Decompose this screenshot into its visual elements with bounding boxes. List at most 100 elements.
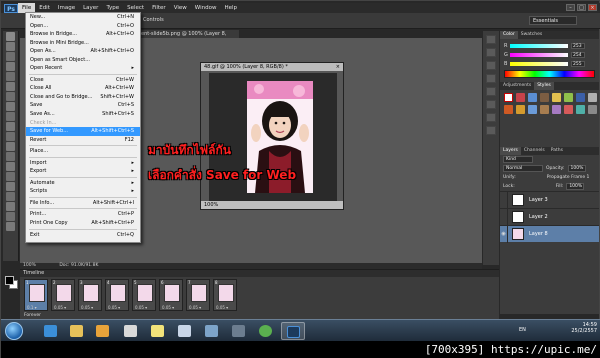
tab-swatches[interactable]: Swatches — [518, 31, 546, 39]
brush-panel-icon[interactable] — [486, 113, 496, 122]
propagate-frame-checkbox[interactable]: Propagate Frame 1 — [547, 175, 590, 180]
menu-item-close-go-bridge[interactable]: Close and Go to Bridge... Shift+Ctrl+W — [26, 93, 140, 102]
style-swatch-icon[interactable] — [588, 93, 597, 102]
red-value[interactable]: 253 — [571, 42, 585, 49]
tab-color[interactable]: Color — [500, 31, 518, 39]
gradient-tool-icon[interactable] — [6, 142, 15, 151]
frame-duration[interactable]: 0.05 ▾ — [135, 305, 147, 310]
style-swatch-icon[interactable] — [588, 105, 597, 114]
menu-filter[interactable]: Filter — [148, 3, 170, 13]
style-swatch-icon[interactable] — [516, 105, 525, 114]
path-select-tool-icon[interactable] — [6, 192, 15, 201]
history-brush-tool-icon[interactable] — [6, 122, 15, 131]
frame-duration[interactable]: 0.05 ▾ — [108, 305, 120, 310]
crop-tool-icon[interactable] — [6, 72, 15, 81]
close-button[interactable]: × — [588, 4, 597, 11]
style-swatch-icon[interactable] — [504, 105, 513, 114]
menu-item-open-as[interactable]: Open As... Alt+Shift+Ctrl+O — [26, 47, 140, 56]
tab-paths[interactable]: Paths — [548, 147, 566, 155]
blend-mode-select[interactable]: Normal — [503, 165, 543, 172]
actions-panel-icon[interactable] — [486, 48, 496, 57]
minimize-button[interactable]: – — [566, 4, 575, 11]
opacity-value[interactable]: 100% — [567, 165, 586, 172]
tab-styles[interactable]: Styles — [534, 82, 554, 90]
timeline-frame[interactable]: 3 0.05 ▾ — [78, 279, 102, 311]
menu-item-close-all[interactable]: Close All Alt+Ctrl+W — [26, 84, 140, 93]
menu-item-file-info[interactable]: File Info... Alt+Shift+Ctrl+I — [26, 199, 140, 208]
menu-item-close[interactable]: Close Ctrl+W — [26, 76, 140, 85]
green-value[interactable]: 254 — [571, 51, 585, 58]
timeline-frame[interactable]: 4 0.05 ▾ — [105, 279, 129, 311]
menu-item-open-recent[interactable]: Open Recent ▸ — [26, 64, 140, 73]
layer-row[interactable]: Layer 2 — [500, 208, 599, 226]
lasso-tool-icon[interactable] — [6, 52, 15, 61]
style-swatch-icon[interactable] — [576, 93, 585, 102]
info-panel-icon[interactable] — [486, 74, 496, 83]
menu-item-save-for-web[interactable]: Save for Web... Alt+Shift+Ctrl+S — [26, 127, 140, 136]
menu-item-save-as[interactable]: Save As... Shift+Ctrl+S — [26, 110, 140, 119]
color-spectrum[interactable] — [504, 70, 595, 78]
style-swatch-icon[interactable] — [552, 93, 561, 102]
red-slider[interactable] — [510, 43, 568, 48]
eraser-tool-icon[interactable] — [6, 132, 15, 141]
menu-item-open[interactable]: Open... Ctrl+O — [26, 22, 140, 31]
timeline-frame[interactable]: 1 0.1 ▾ — [24, 279, 48, 311]
style-swatch-icon[interactable] — [564, 105, 573, 114]
marquee-tool-icon[interactable] — [6, 42, 15, 51]
timeline-frame[interactable]: 7 0.05 ▾ — [186, 279, 210, 311]
clone-source-panel-icon[interactable] — [486, 126, 496, 135]
foreground-color-swatch[interactable] — [5, 276, 14, 285]
menu-item-save[interactable]: Save Ctrl+S — [26, 101, 140, 110]
frame-duration[interactable]: 0.05 ▾ — [81, 305, 93, 310]
menu-window[interactable]: Window — [191, 3, 221, 13]
timeline-frame[interactable]: 6 0.05 ▾ — [159, 279, 183, 311]
menu-item-place[interactable]: Place... — [26, 147, 140, 156]
menu-help[interactable]: Help — [220, 3, 241, 13]
taskbar-notes-button[interactable] — [146, 322, 170, 340]
frame-duration[interactable]: 0.1 ▾ — [27, 305, 37, 310]
blur-tool-icon[interactable] — [6, 152, 15, 161]
style-swatch-icon[interactable] — [564, 93, 573, 102]
style-swatch-icon[interactable] — [552, 105, 561, 114]
maximize-button[interactable]: □ — [577, 4, 586, 11]
move-tool-icon[interactable] — [6, 32, 15, 41]
style-none-icon[interactable] — [504, 93, 513, 102]
loop-select[interactable]: Forever — [24, 313, 41, 318]
taskbar-tool-button[interactable] — [227, 322, 251, 340]
menu-item-exit[interactable]: Exit Ctrl+Q — [26, 231, 140, 240]
frame-duration[interactable]: 0.05 ▾ — [162, 305, 174, 310]
healing-tool-icon[interactable] — [6, 92, 15, 101]
close-icon[interactable]: × — [336, 63, 340, 71]
type-tool-icon[interactable] — [6, 182, 15, 191]
menu-item-new[interactable]: New... Ctrl+N — [26, 13, 140, 22]
menu-item-scripts[interactable]: Scripts ▸ — [26, 187, 140, 196]
taskbar-ie-button[interactable] — [39, 322, 63, 340]
style-swatch-icon[interactable] — [540, 105, 549, 114]
frame-duration[interactable]: 0.05 ▾ — [216, 305, 228, 310]
taskbar-doc-button[interactable] — [173, 322, 197, 340]
brush-tool-icon[interactable] — [6, 102, 15, 111]
menu-item-automate[interactable]: Automate ▸ — [26, 179, 140, 188]
language-indicator[interactable]: EN — [519, 327, 526, 333]
style-swatch-icon[interactable] — [528, 105, 537, 114]
timeline-frame[interactable]: 5 0.05 ▾ — [132, 279, 156, 311]
document-window-titlebar[interactable]: 48.gif @ 100% (Layer 8, RGB/8) * × — [201, 63, 343, 71]
paragraph-panel-icon[interactable] — [486, 100, 496, 109]
visibility-toggle-icon[interactable] — [500, 208, 508, 226]
green-slider[interactable] — [510, 52, 568, 57]
stamp-tool-icon[interactable] — [6, 112, 15, 121]
taskbar-network-button[interactable] — [200, 322, 224, 340]
menu-item-export[interactable]: Export ▸ — [26, 167, 140, 176]
style-swatch-icon[interactable] — [528, 93, 537, 102]
layer-row[interactable]: Layer 3 — [500, 191, 599, 209]
dodge-tool-icon[interactable] — [6, 162, 15, 171]
properties-panel-icon[interactable] — [486, 61, 496, 70]
start-button-icon[interactable] — [5, 322, 23, 340]
workspace-select[interactable]: Essentials — [529, 16, 577, 25]
timeline-frame[interactable]: 8 0.05 ▾ — [213, 279, 237, 311]
character-panel-icon[interactable] — [486, 87, 496, 96]
taskbar-media-button[interactable] — [91, 322, 115, 340]
tab-layers[interactable]: Layers — [500, 147, 521, 155]
taskbar-app-button[interactable] — [119, 322, 143, 340]
shape-tool-icon[interactable] — [6, 202, 15, 211]
